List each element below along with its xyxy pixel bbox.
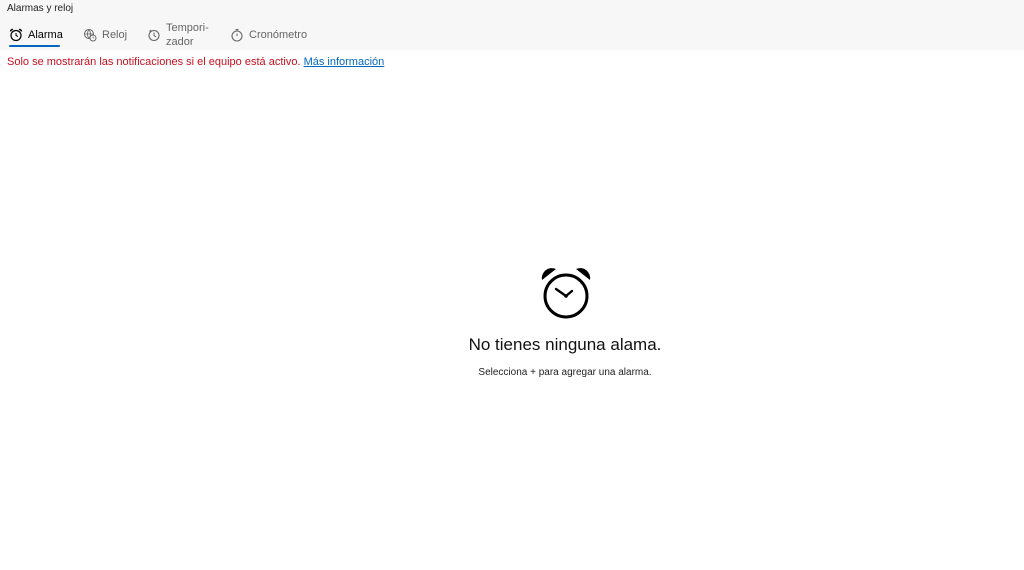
tab-label: Alarma xyxy=(28,29,63,41)
tab-cronometro[interactable]: Cronómetro xyxy=(230,20,307,50)
timer-icon xyxy=(148,29,160,42)
window-title: Alarmas y reloj xyxy=(7,3,74,14)
tab-label: Reloj xyxy=(102,29,128,41)
alarm-clock-icon xyxy=(541,268,591,319)
tab-bar: Alarma Reloj Tempori- zador Cronómetro xyxy=(0,20,1024,50)
title-bar: Alarmas y reloj xyxy=(0,0,1024,20)
tab-label: Tempori- zador xyxy=(166,22,209,48)
tab-temporizador[interactable]: Tempori- zador xyxy=(147,20,209,50)
active-tab-indicator xyxy=(9,45,60,47)
notification-warning-text: Solo se mostrarán las notificaciones si … xyxy=(7,56,301,68)
alarm-clock-icon xyxy=(9,28,23,42)
notification-warning: Solo se mostrarán las notificaciones si … xyxy=(7,56,384,68)
tab-label: Cronómetro xyxy=(249,29,308,41)
tab-alarma[interactable]: Alarma xyxy=(9,20,63,50)
empty-state-title: No tienes ninguna alama. xyxy=(468,335,662,354)
more-info-link[interactable]: Más información xyxy=(304,56,385,68)
empty-state-hint: Selecciona + para agregar una alarma. xyxy=(478,367,652,378)
world-clock-icon xyxy=(84,29,97,42)
stopwatch-icon xyxy=(231,29,243,42)
tab-reloj[interactable]: Reloj xyxy=(83,20,127,50)
